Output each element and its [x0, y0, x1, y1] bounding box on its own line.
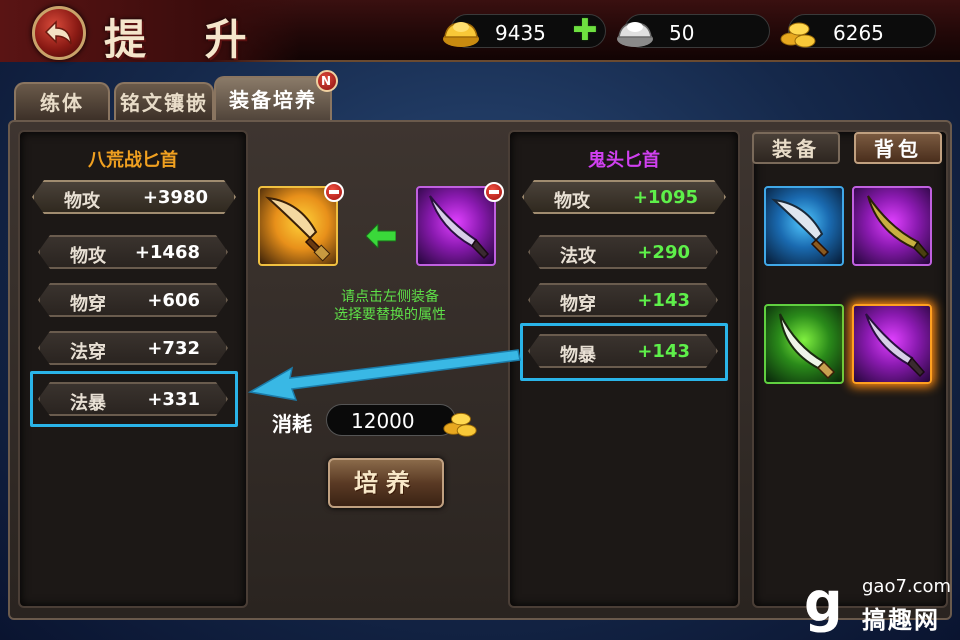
silver-ingot-counter: 50 [617, 14, 770, 48]
inventory-slot[interactable] [764, 304, 844, 384]
page-title: 提 升 [104, 15, 269, 64]
dagger-icon [429, 195, 490, 260]
add-gold-button[interactable]: ✚ [572, 16, 598, 46]
left-stat-row[interactable]: 物穿 +606 [38, 283, 228, 317]
inventory-slot-selected[interactable] [852, 304, 932, 384]
tab-inscription[interactable]: 铭文镶嵌 [114, 82, 214, 122]
stat-value: +143 [637, 290, 690, 311]
silver-ingot-value: 50 [669, 21, 695, 45]
gold-ingot-icon [443, 22, 479, 47]
cost-value: 12000 [351, 409, 415, 433]
right-item-name: 鬼头匕首 [588, 150, 660, 171]
stat-value: +290 [637, 242, 690, 263]
tab-equipment[interactable]: 装备 [752, 132, 840, 164]
silver-ingot-icon [617, 22, 653, 47]
stat-value: +606 [147, 290, 200, 311]
cost-box: 12000 [326, 404, 456, 436]
left-stat-row[interactable]: 物攻 +1468 [38, 235, 228, 269]
stat-value: +1468 [134, 242, 200, 263]
stat-value: +732 [147, 338, 200, 359]
stat-name: 物攻 [64, 191, 100, 212]
left-item-name: 八荒战匕首 [88, 150, 178, 171]
inventory-slot[interactable] [852, 186, 932, 266]
green-arrow-left-icon [366, 224, 396, 248]
stat-value: +3980 [142, 187, 208, 208]
left-stat-row[interactable]: 法穿 +732 [38, 331, 228, 365]
right-stat-row-selected[interactable]: 物暴 +143 [528, 334, 718, 368]
stat-value: +143 [637, 341, 690, 362]
curved-blade-icon [867, 195, 930, 260]
gold-coins-value: 6265 [833, 21, 884, 45]
instruction-hint: 请点击左侧装备 选择要替换的属性 [290, 288, 490, 324]
inventory-slot[interactable] [764, 186, 844, 266]
tab-body-training[interactable]: 练体 [14, 82, 110, 122]
hint-line-1: 请点击左侧装备 [341, 289, 439, 305]
tab-backpack[interactable]: 背包 [854, 132, 942, 164]
remove-right-item-button[interactable] [484, 182, 504, 202]
watermark-name: 搞趣网 [862, 606, 940, 634]
cost-label: 消耗 [272, 412, 312, 436]
back-arrow-icon [44, 20, 72, 45]
stat-name: 物暴 [560, 345, 596, 366]
dagger-icon [865, 313, 926, 378]
hint-line-2: 选择要替换的属性 [334, 307, 446, 323]
right-item-slot[interactable] [416, 186, 496, 266]
back-button[interactable] [32, 6, 86, 60]
stat-value: +331 [147, 389, 200, 410]
remove-left-item-button[interactable] [324, 182, 344, 202]
left-stat-row-selected[interactable]: 法暴 +331 [38, 382, 228, 416]
dagger-icon [770, 198, 830, 258]
watermark: g gao7.com 搞趣网 [804, 571, 954, 635]
right-stat-row[interactable]: 物穿 +143 [528, 283, 718, 317]
tab-label: 练体 [40, 91, 84, 115]
gold-coins-icon [780, 22, 816, 48]
tab-label: 装备培养 [229, 88, 317, 112]
cultivate-button[interactable]: 培养 [328, 458, 444, 508]
top-bar: 提 升 9435 ✚ 50 6265 [0, 0, 960, 64]
stat-name: 物攻 [554, 191, 590, 212]
right-stat-row[interactable]: 物攻 +1095 [522, 180, 726, 214]
stat-name: 法攻 [560, 246, 596, 267]
tab-equipment-cultivate[interactable]: 装备培养 N [214, 70, 338, 122]
stat-name: 法暴 [70, 393, 106, 414]
gold-coins-icon [443, 412, 477, 437]
stat-name: 物穿 [70, 294, 106, 315]
watermark-domain: gao7.com [862, 576, 952, 597]
gold-coins-counter: 6265 [780, 14, 936, 48]
dagger-icon [264, 196, 331, 262]
stat-name: 物穿 [560, 294, 596, 315]
dagger-icon [779, 313, 836, 380]
stat-value: +1095 [632, 187, 698, 208]
tab-label: 铭文镶嵌 [120, 91, 208, 115]
left-stat-row[interactable]: 物攻 +3980 [32, 180, 236, 214]
right-stat-row[interactable]: 法攻 +290 [528, 235, 718, 269]
stat-name: 物攻 [70, 246, 106, 267]
stat-name: 法穿 [70, 342, 106, 363]
gold-ingot-value: 9435 [495, 21, 546, 45]
watermark-logo: g [804, 571, 843, 634]
new-badge: N [316, 70, 338, 92]
